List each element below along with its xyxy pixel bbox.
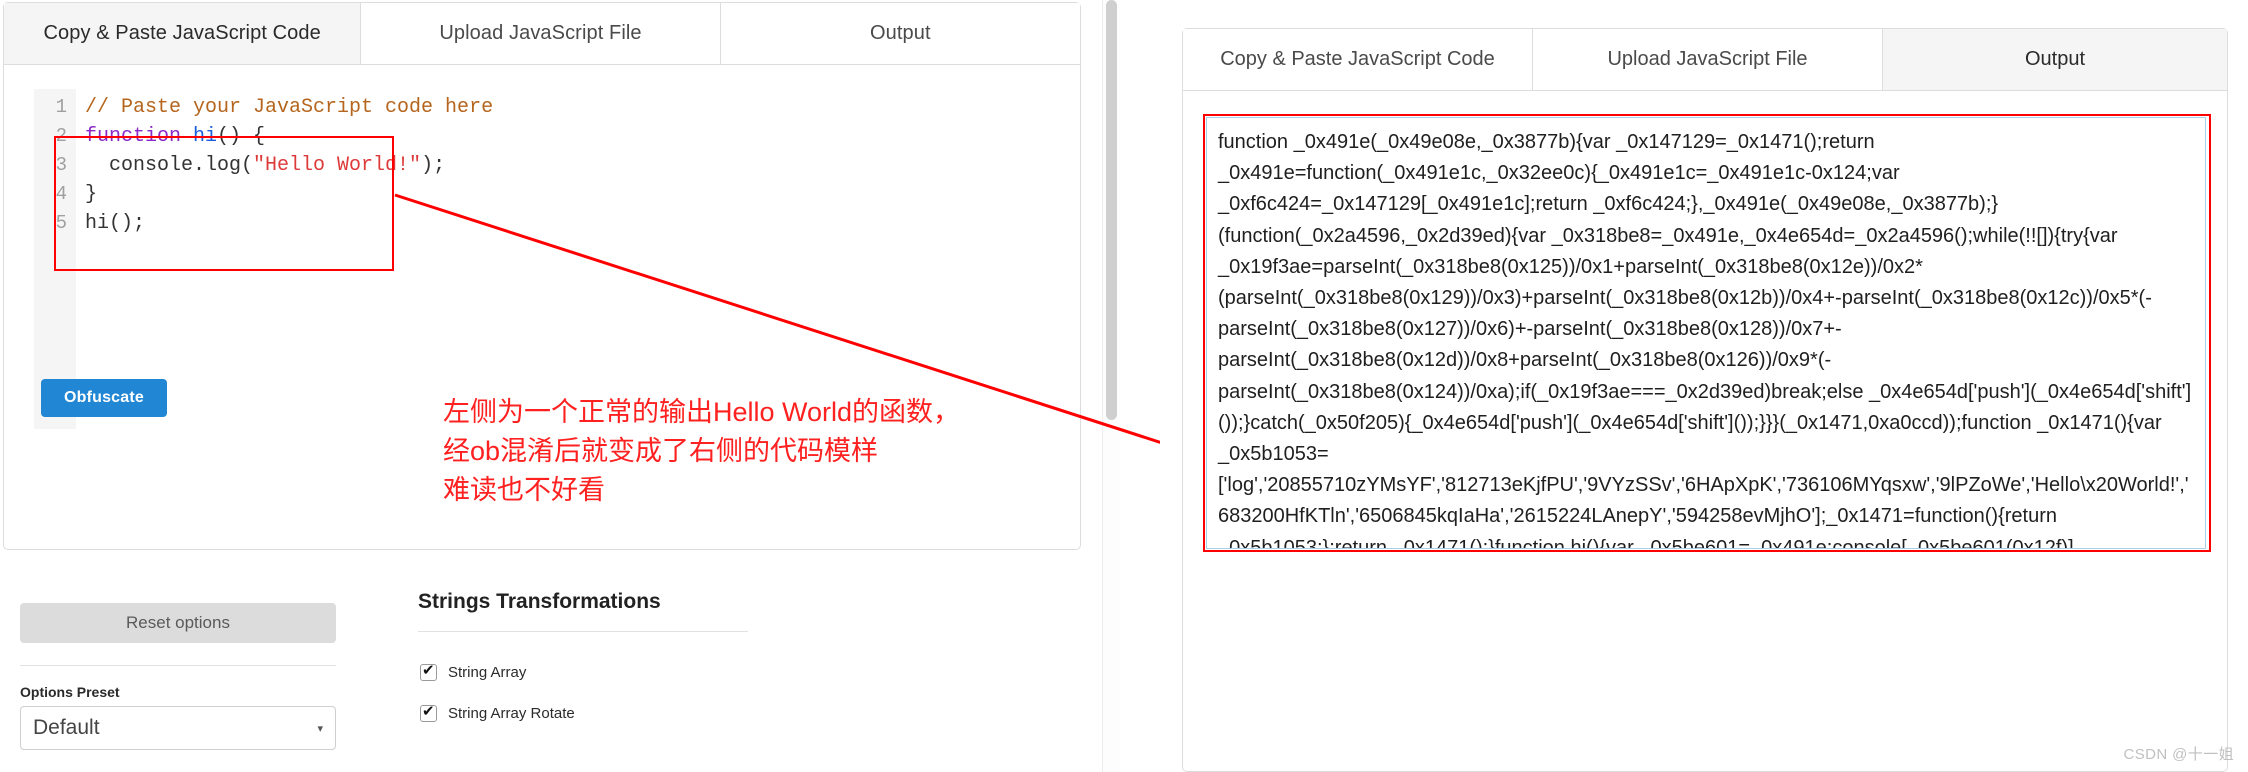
options-preset-label: Options Preset [20, 684, 120, 700]
scrollbar-thumb[interactable] [1106, 0, 1117, 420]
annotation-line-1: 左侧为一个正常的输出Hello World的函数， [443, 397, 961, 427]
tab-label: Upload JavaScript File [439, 22, 642, 44]
tab-label: Copy & Paste JavaScript Code [1220, 48, 1495, 70]
code-token: console.log( [85, 154, 254, 177]
code-line: 5 hi(); [34, 209, 674, 238]
code-line: 2 function hi() { [34, 122, 674, 151]
options-preset-select[interactable]: Default ▾ [20, 706, 336, 750]
tab-label: Upload JavaScript File [1607, 48, 1808, 70]
screenshot-root: Copy & Paste JavaScript Code Upload Java… [0, 0, 2248, 772]
code-line-number: 4 [34, 180, 76, 209]
tab-copy-paste-javascript-code[interactable]: Copy & Paste JavaScript Code [1183, 29, 1533, 90]
checkbox-label: String Array [448, 664, 527, 681]
code-token: function [85, 125, 194, 148]
annotation-line-3: 难读也不好看 [443, 475, 605, 505]
code-line: 3 console.log("Hello World!"); [34, 151, 674, 180]
strings-section-divider [418, 631, 748, 632]
right-screenshot-pane: Copy & Paste JavaScript Code Upload Java… [1160, 0, 2248, 772]
code-line-text: // Paste your JavaScript code here [76, 93, 493, 122]
options-preset-value: Default [33, 716, 100, 739]
strings-transformations-title: Strings Transformations [418, 590, 661, 613]
code-token: ); [421, 154, 446, 177]
checkbox-row-string-array-rotate[interactable]: String Array Rotate [420, 703, 575, 722]
options-area: Reset options Options Preset Default ▾ S… [0, 567, 1078, 772]
tab-label: Output [2024, 48, 2086, 70]
tab-output[interactable]: Output [720, 3, 1080, 64]
code-line-text: console.log("Hello World!"); [76, 151, 445, 180]
options-divider [20, 665, 336, 666]
left-screenshot-pane: Copy & Paste JavaScript Code Upload Java… [0, 0, 1120, 772]
checkbox-checked-icon[interactable] [420, 662, 437, 681]
obfuscated-output-textarea[interactable]: function _0x491e(_0x49e08e,_0x3877b){var… [1206, 117, 2206, 549]
obfuscate-button[interactable]: Obfuscate [41, 379, 167, 417]
code-line-text: } [76, 180, 97, 209]
chevron-down-icon: ▾ [317, 722, 323, 735]
obfuscator-output-card: Copy & Paste JavaScript Code Upload Java… [1182, 28, 2228, 772]
right-tab-bar: Copy & Paste JavaScript Code Upload Java… [1183, 29, 2227, 91]
tab-upload-javascript-file[interactable]: Upload JavaScript File [1533, 29, 1883, 90]
code-token: hi(); [85, 212, 146, 235]
code-editor-lines[interactable]: 1// Paste your JavaScript code here 2 func… [34, 93, 674, 238]
watermark-text: CSDN @十一姐 [2123, 746, 2234, 763]
annotation-line-2: 经ob混淆后就变成了右侧的代码模样 [443, 436, 879, 466]
code-line: 1 // Paste your JavaScript code here [34, 93, 674, 122]
tab-label: Output [870, 22, 931, 44]
annotation-text: 左侧为一个正常的输出Hello World的函数， 经ob混淆后就变成了右侧的代… [443, 393, 960, 510]
checkbox-label: String Array Rotate [448, 705, 575, 722]
code-line: 4} [34, 180, 674, 209]
tab-output[interactable]: Output [1883, 29, 2227, 90]
tab-label: Copy & Paste JavaScript Code [43, 22, 321, 44]
code-line-number: 3 [34, 151, 76, 180]
code-token: } [85, 183, 98, 206]
tab-upload-javascript-file[interactable]: Upload JavaScript File [361, 3, 721, 64]
left-pane-scrollbar[interactable] [1102, 0, 1120, 772]
code-line-text: function hi() { [76, 122, 265, 151]
code-token: hi [193, 125, 218, 148]
code-token: "Hello World!" [253, 154, 422, 177]
code-line-number: 5 [34, 209, 76, 238]
checkbox-checked-icon[interactable] [420, 703, 437, 722]
code-line-number: 1 [34, 93, 76, 122]
tab-copy-paste-javascript-code[interactable]: Copy & Paste JavaScript Code [4, 3, 362, 64]
code-token: () { [217, 125, 266, 148]
code-line-number: 2 [34, 122, 76, 151]
left-tab-bar: Copy & Paste JavaScript Code Upload Java… [4, 3, 1080, 65]
obfuscated-code-text: function _0x491e(_0x49e08e,_0x3877b){var… [1218, 131, 2192, 549]
code-token: // Paste your JavaScript code here [85, 96, 494, 119]
code-line-text: hi(); [76, 209, 145, 238]
checkbox-row-string-array[interactable]: String Array [420, 662, 527, 681]
reset-options-button[interactable]: Reset options [20, 603, 336, 643]
